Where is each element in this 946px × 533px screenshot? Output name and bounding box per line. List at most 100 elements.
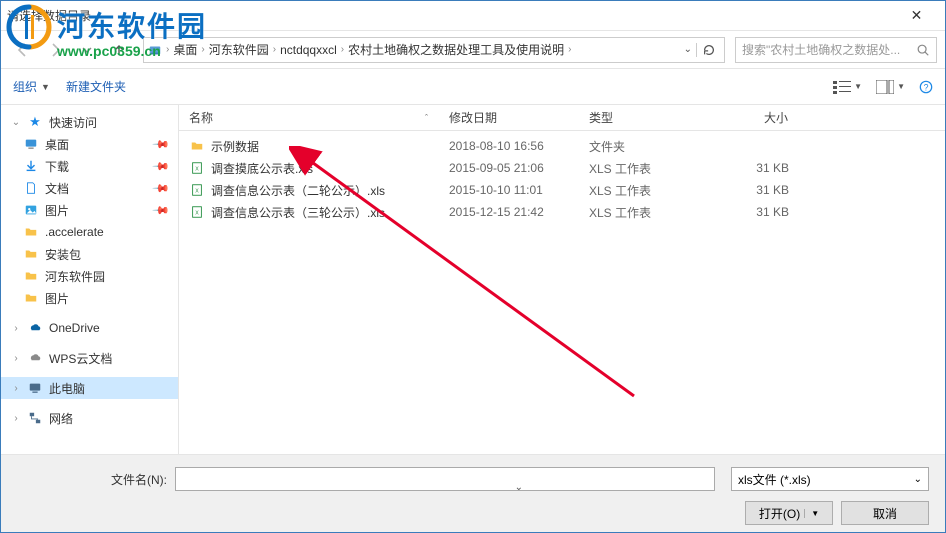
view-mode-button[interactable]: ▼ xyxy=(833,80,862,94)
star-icon: ★ xyxy=(27,114,43,130)
chevron-down-icon: ⌄ xyxy=(11,117,21,128)
folder-icon xyxy=(23,268,39,284)
crumb-item[interactable]: 农村土地确权之数据处理工具及使用说明 xyxy=(348,41,564,58)
sidebar-accelerate[interactable]: .accelerate xyxy=(1,221,178,243)
computer-icon xyxy=(27,380,43,396)
dialog-title: 请选择数据目录 xyxy=(7,7,91,24)
file-row[interactable]: X调查信息公示表（二轮公示）.xls 2015-10-10 11:01 XLS … xyxy=(179,179,945,201)
file-dialog: 请选择数据目录 ✕ › 桌面 › 河东软件园 › nctdqqxxcl › xyxy=(0,0,946,533)
network-icon xyxy=(27,410,43,426)
pin-icon: 📌 xyxy=(152,157,171,176)
sidebar-onedrive[interactable]: › OneDrive xyxy=(1,317,178,339)
chevron-down-icon: ⌄ xyxy=(914,474,922,485)
sidebar-network[interactable]: › 网络 xyxy=(1,407,178,429)
chevron-down-icon: ▼ xyxy=(41,82,50,92)
file-rows: 示例数据 2018-08-10 16:56 文件夹 X调查摸底公示表.xls 2… xyxy=(179,131,945,454)
forward-button[interactable] xyxy=(41,37,69,63)
titlebar: 请选择数据目录 ✕ xyxy=(1,1,945,31)
filetype-filter[interactable]: xls文件 (*.xls) ⌄ xyxy=(731,467,929,491)
nav-bar: › 桌面 › 河东软件园 › nctdqqxxcl › 农村土地确权之数据处理工… xyxy=(1,31,945,69)
pin-icon: 📌 xyxy=(152,201,171,220)
xls-icon: X xyxy=(189,182,205,198)
col-name[interactable]: 名称ˆ xyxy=(179,109,439,126)
filename-row: 文件名(N): ⌄ xls文件 (*.xls) ⌄ xyxy=(17,467,929,491)
breadcrumb[interactable]: › 桌面 › 河东软件园 › nctdqqxxcl › 农村土地确权之数据处理工… xyxy=(143,37,725,63)
search-placeholder: 搜索"农村土地确权之数据处... xyxy=(742,41,916,58)
chevron-right-icon: › xyxy=(11,323,21,334)
crumb-item[interactable]: nctdqqxxcl xyxy=(280,43,337,57)
file-row[interactable]: 示例数据 2018-08-10 16:56 文件夹 xyxy=(179,135,945,157)
xls-icon: X xyxy=(189,204,205,220)
sidebar-downloads[interactable]: 下载 📌 xyxy=(1,155,178,177)
pin-icon: 📌 xyxy=(152,179,171,198)
download-icon xyxy=(23,158,39,174)
xls-icon: X xyxy=(189,160,205,176)
cloud-icon xyxy=(27,320,43,336)
col-type[interactable]: 类型 xyxy=(579,109,699,126)
folder-icon xyxy=(189,138,205,154)
chevron-down-icon[interactable]: ⌄ xyxy=(515,482,523,493)
recent-dropdown[interactable] xyxy=(73,37,101,63)
column-headers: 名称ˆ 修改日期 类型 大小 xyxy=(179,105,945,131)
crumb-item[interactable]: 河东软件园 xyxy=(209,41,269,58)
chevron-right-icon: › xyxy=(11,353,21,364)
search-input[interactable]: 搜索"农村土地确权之数据处... xyxy=(735,37,937,63)
toolbar: 组织 ▼ 新建文件夹 ▼ ▼ ? xyxy=(1,69,945,105)
search-icon xyxy=(916,43,930,57)
svg-text:X: X xyxy=(195,211,199,217)
file-row[interactable]: X调查摸底公示表.xls 2015-09-05 21:06 XLS 工作表 31… xyxy=(179,157,945,179)
crumb-item[interactable]: 桌面 xyxy=(173,41,197,58)
chevron-down-icon: ▼ xyxy=(804,509,819,518)
buttons: 打开(O) ▼ 取消 xyxy=(17,501,929,525)
organize-menu[interactable]: 组织 ▼ xyxy=(13,78,50,95)
crumb-root[interactable] xyxy=(148,43,162,57)
folder-icon xyxy=(23,246,39,262)
sidebar-hedong[interactable]: 河东软件园 xyxy=(1,265,178,287)
up-button[interactable] xyxy=(105,37,133,63)
sidebar-documents[interactable]: 文档 📌 xyxy=(1,177,178,199)
chevron-down-icon: ▼ xyxy=(854,82,862,91)
breadcrumb-end: ⌄ xyxy=(684,43,720,57)
filename-input[interactable] xyxy=(175,467,715,491)
chevron-right-icon: › xyxy=(197,44,208,55)
help-button[interactable]: ? xyxy=(919,80,933,94)
sidebar-pictures2[interactable]: 图片 xyxy=(1,287,178,309)
svg-text:?: ? xyxy=(924,82,929,92)
chevron-down-icon[interactable]: ⌄ xyxy=(684,44,692,55)
col-date[interactable]: 修改日期 xyxy=(439,109,579,126)
close-button[interactable]: ✕ xyxy=(894,2,939,30)
cancel-button[interactable]: 取消 xyxy=(841,501,929,525)
col-size[interactable]: 大小 xyxy=(699,109,799,126)
open-button[interactable]: 打开(O) ▼ xyxy=(745,501,833,525)
sidebar-install-pkg[interactable]: 安装包 xyxy=(1,243,178,265)
sidebar-desktop[interactable]: 桌面 📌 xyxy=(1,133,178,155)
folder-icon xyxy=(23,290,39,306)
svg-text:X: X xyxy=(195,189,199,195)
folder-icon xyxy=(23,224,39,240)
sidebar-pictures[interactable]: 图片 📌 xyxy=(1,199,178,221)
preview-pane-button[interactable]: ▼ xyxy=(876,80,905,94)
cloud-icon xyxy=(27,350,43,366)
document-icon xyxy=(23,180,39,196)
sidebar: ⌄ ★ 快速访问 桌面 📌 下载 📌 文档 📌 图片 xyxy=(1,105,179,454)
chevron-right-icon: › xyxy=(337,44,348,55)
desktop-icon xyxy=(23,136,39,152)
view-controls: ▼ ▼ ? xyxy=(833,80,933,94)
sidebar-quick-access[interactable]: ⌄ ★ 快速访问 xyxy=(1,111,178,133)
body: ⌄ ★ 快速访问 桌面 📌 下载 📌 文档 📌 图片 xyxy=(1,105,945,454)
chevron-right-icon: › xyxy=(162,44,173,55)
chevron-right-icon: › xyxy=(269,44,280,55)
pin-icon: 📌 xyxy=(152,135,171,154)
sort-indicator: ˆ xyxy=(425,113,428,123)
back-button[interactable] xyxy=(9,37,37,63)
refresh-button[interactable] xyxy=(696,43,720,57)
pictures-icon xyxy=(23,202,39,218)
file-row[interactable]: X调查信息公示表（三轮公示）.xls 2015-12-15 21:42 XLS … xyxy=(179,201,945,223)
sidebar-this-pc[interactable]: › 此电脑 xyxy=(1,377,178,399)
svg-text:X: X xyxy=(195,167,199,173)
chevron-right-icon: › xyxy=(11,413,21,424)
new-folder-button[interactable]: 新建文件夹 xyxy=(66,78,126,95)
footer: 文件名(N): ⌄ xls文件 (*.xls) ⌄ 打开(O) ▼ 取消 xyxy=(1,454,945,532)
chevron-down-icon: ▼ xyxy=(897,82,905,91)
sidebar-wps[interactable]: › WPS云文档 xyxy=(1,347,178,369)
